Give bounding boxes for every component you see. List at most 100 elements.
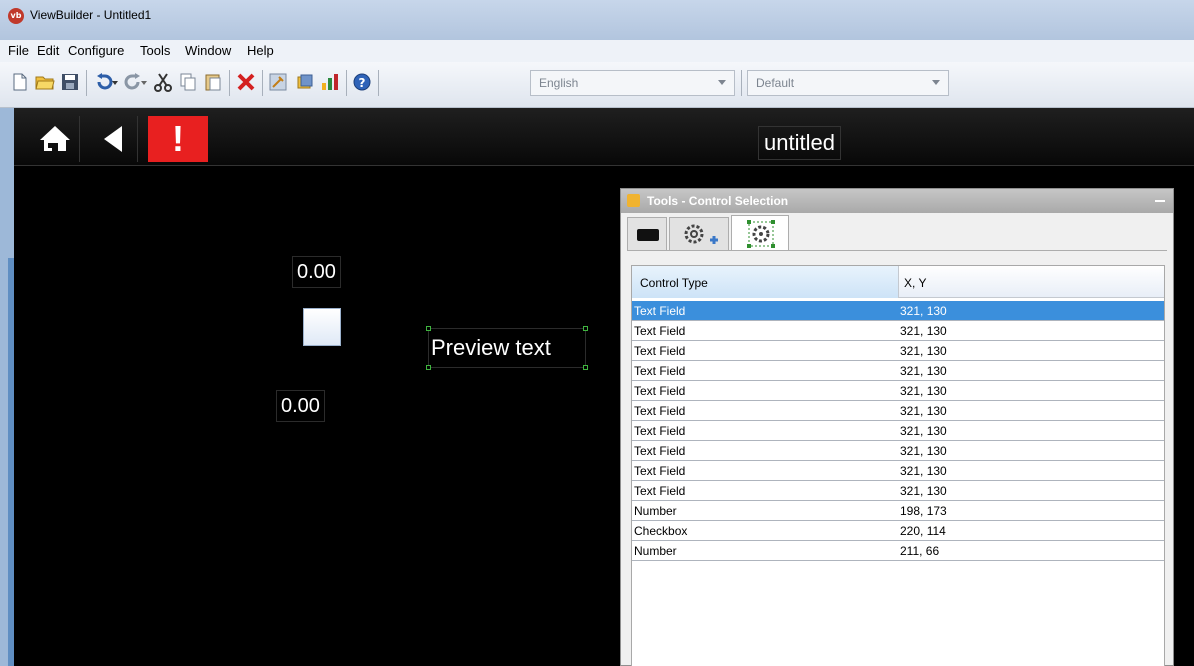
table-row[interactable]: Text Field 321, 130	[632, 421, 1164, 441]
cell-control-type: Text Field	[634, 324, 686, 338]
redo-icon[interactable]	[124, 72, 147, 92]
window-title: ViewBuilder - Untitled1	[30, 8, 152, 22]
panel-title: Tools - Control Selection	[647, 194, 789, 208]
language-select[interactable]: English	[530, 70, 735, 96]
cell-xy: 220, 114	[900, 524, 946, 538]
minimize-icon[interactable]	[1155, 200, 1165, 202]
resize-handle-top-left[interactable]	[426, 326, 431, 331]
menu-file[interactable]: File	[8, 43, 29, 58]
table-row[interactable]: Text Field 321, 130	[632, 301, 1164, 321]
open-folder-icon[interactable]	[35, 72, 55, 92]
number-field-bottom[interactable]: 0.00	[276, 390, 325, 422]
delete-icon[interactable]	[236, 72, 256, 92]
tools-control-selection-panel: Tools - Control Selection Control Type X…	[620, 188, 1174, 666]
control-block-icon	[637, 229, 659, 241]
toolbar-separator	[262, 70, 263, 96]
back-arrow-icon	[104, 126, 122, 152]
resize-handle-top-right[interactable]	[583, 326, 588, 331]
add-control-tab[interactable]	[669, 217, 729, 251]
profile-select-value: Default	[756, 76, 795, 90]
tools-icon	[627, 194, 640, 207]
screen-nav-bar: !	[14, 108, 1194, 166]
alert-icon: !	[172, 118, 184, 159]
table-row[interactable]: Number 198, 173	[632, 501, 1164, 521]
profile-select[interactable]: Default	[747, 70, 949, 96]
cell-control-type: Text Field	[634, 404, 686, 418]
cell-control-type: Text Field	[634, 444, 686, 458]
screen-title[interactable]: untitled	[758, 126, 841, 160]
table-row[interactable]: Text Field 321, 130	[632, 341, 1164, 361]
cell-control-type: Text Field	[634, 464, 686, 478]
add-gear-icon	[684, 224, 718, 244]
table-header: Control Type X, Y	[632, 266, 1164, 298]
cell-xy: 321, 130	[900, 304, 947, 318]
cell-control-type: Text Field	[634, 424, 686, 438]
table-row[interactable]: Text Field 321, 130	[632, 401, 1164, 421]
home-icon	[40, 126, 70, 151]
column-divider[interactable]	[898, 266, 899, 298]
new-file-icon[interactable]	[10, 72, 30, 92]
menu-edit[interactable]: Edit	[37, 43, 59, 58]
cell-control-type: Number	[634, 544, 677, 558]
cell-xy: 198, 173	[900, 504, 947, 518]
table-row[interactable]: Text Field 321, 130	[632, 321, 1164, 341]
cell-xy: 321, 130	[900, 464, 947, 478]
resize-handle-bottom-left[interactable]	[426, 365, 431, 370]
toolbar-separator	[741, 70, 742, 96]
viewbuilder-window: vb ViewBuilder - Untitled1 File Edit Con…	[0, 0, 1194, 666]
cell-xy: 321, 130	[900, 384, 947, 398]
number-field-top[interactable]: 0.00	[292, 256, 341, 288]
resize-handle-bottom-right[interactable]	[583, 365, 588, 370]
alarm-button[interactable]: !	[148, 116, 208, 162]
controls-tab[interactable]	[627, 217, 667, 251]
toolbar-separator	[378, 70, 379, 96]
toolbar-separator	[86, 70, 87, 96]
preview-text-label: Preview text	[431, 335, 551, 360]
cell-xy: 321, 130	[900, 484, 947, 498]
table-row[interactable]: Text Field 321, 130	[632, 361, 1164, 381]
tab-strip-line	[627, 250, 1167, 251]
menu-bar: File Edit Configure Tools Window Help	[0, 40, 1194, 62]
screens-icon[interactable]	[295, 72, 315, 92]
canvas-checkbox[interactable]	[303, 308, 341, 346]
panel-title-bar[interactable]: Tools - Control Selection	[621, 189, 1173, 213]
back-button[interactable]	[90, 116, 138, 162]
control-list-table: Control Type X, Y Text Field 321, 130 Text…	[631, 265, 1165, 666]
column-header-control-type[interactable]: Control Type	[640, 276, 708, 290]
table-row[interactable]: Number 211, 66	[632, 541, 1164, 561]
menu-configure[interactable]: Configure	[68, 43, 124, 58]
toolbar-separator	[229, 70, 230, 96]
cell-control-type: Text Field	[634, 304, 686, 318]
tools-icon[interactable]	[268, 72, 288, 92]
column-header-xy[interactable]: X, Y	[904, 276, 926, 290]
preview-text-field[interactable]: Preview text	[426, 326, 588, 370]
cell-control-type: Number	[634, 504, 677, 518]
select-gear-icon	[747, 220, 775, 248]
chart-icon[interactable]	[320, 72, 340, 92]
control-selection-tab[interactable]	[731, 215, 789, 251]
cell-xy: 321, 130	[900, 324, 947, 338]
copy-icon[interactable]	[178, 72, 198, 92]
chevron-down-icon	[932, 80, 940, 85]
table-row[interactable]: Text Field 321, 130	[632, 441, 1164, 461]
toolbar-separator	[346, 70, 347, 96]
menu-help[interactable]: Help	[247, 43, 274, 58]
undo-icon[interactable]	[95, 72, 118, 92]
table-row[interactable]: Text Field 321, 130	[632, 461, 1164, 481]
cell-control-type: Text Field	[634, 484, 686, 498]
table-row[interactable]: Checkbox 220, 114	[632, 521, 1164, 541]
svg-text:?: ?	[359, 76, 366, 90]
cell-xy: 321, 130	[900, 444, 947, 458]
save-icon[interactable]	[60, 72, 80, 92]
help-icon[interactable]: ?	[352, 72, 372, 92]
paste-icon[interactable]	[203, 72, 223, 92]
cell-xy: 211, 66	[900, 544, 940, 558]
table-row[interactable]: Text Field 321, 130	[632, 381, 1164, 401]
menu-tools[interactable]: Tools	[140, 43, 170, 58]
menu-window[interactable]: Window	[185, 43, 231, 58]
home-button[interactable]	[30, 116, 80, 162]
table-row[interactable]: Text Field 321, 130	[632, 481, 1164, 501]
cell-xy: 321, 130	[900, 364, 947, 378]
cut-icon[interactable]	[153, 72, 173, 92]
cell-xy: 321, 130	[900, 424, 947, 438]
